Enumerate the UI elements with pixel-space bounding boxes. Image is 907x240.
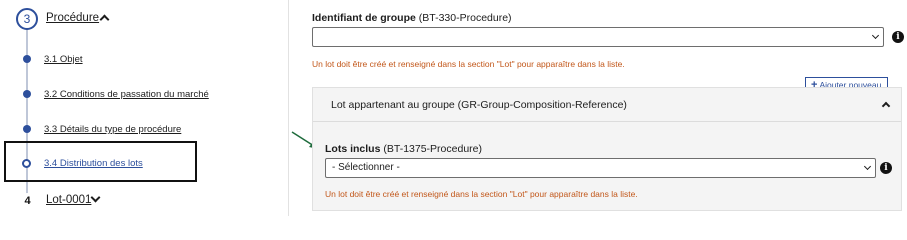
step-3-number: 3 xyxy=(16,8,38,30)
chevron-up-icon[interactable] xyxy=(881,101,891,111)
substep-dot xyxy=(23,125,31,133)
substep-details-procedure[interactable]: 3.3 Détails du type de procédure xyxy=(44,124,181,135)
lots-inclus-select-value: - Sélectionner - xyxy=(332,162,400,173)
lots-inclus-label-code: (BT-1375-Procedure) xyxy=(383,143,482,155)
substep-dot xyxy=(23,55,31,63)
chevron-down-icon[interactable] xyxy=(90,192,101,203)
group-id-hint: Un lot doit être créé et renseigné dans … xyxy=(312,59,625,69)
lots-inclus-select[interactable]: - Sélectionner - xyxy=(325,158,876,178)
step-4-number: 4 xyxy=(19,193,36,210)
info-icon[interactable]: i xyxy=(880,162,892,174)
chevron-down-icon xyxy=(871,31,880,40)
procedure-stepper: 3 Procédure 3.1 Objet 3.2 Conditions de … xyxy=(0,0,288,216)
lots-inclus-hint: Un lot doit être créé et renseigné dans … xyxy=(325,189,638,199)
lots-inclus-label-main: Lots inclus xyxy=(325,143,381,155)
lots-inclus-label: Lots inclus (BT-1375-Procedure) xyxy=(325,143,482,155)
group-id-label-code: (BT-330-Procedure) xyxy=(418,12,512,24)
substep-dot xyxy=(23,90,31,98)
substep-conditions[interactable]: 3.2 Conditions de passation du marché xyxy=(44,89,209,100)
info-icon[interactable]: i xyxy=(892,31,904,43)
highlight-frame xyxy=(4,141,197,182)
substep-objet[interactable]: 3.1 Objet xyxy=(44,54,83,65)
group-id-label-main: Identifiant de groupe xyxy=(312,12,416,24)
chevron-up-icon[interactable] xyxy=(99,14,110,25)
step-4-title[interactable]: Lot-0001 xyxy=(46,194,91,206)
chevron-down-icon xyxy=(863,162,872,171)
panel-title: Lot appartenant au groupe (GR-Group-Comp… xyxy=(331,99,627,111)
column-divider xyxy=(288,0,289,216)
step-3-title[interactable]: Procédure xyxy=(46,12,99,24)
group-id-label: Identifiant de groupe (BT-330-Procedure) xyxy=(312,12,512,24)
panel-header[interactable]: Lot appartenant au groupe (GR-Group-Comp… xyxy=(313,88,901,122)
group-id-select[interactable] xyxy=(312,27,884,47)
